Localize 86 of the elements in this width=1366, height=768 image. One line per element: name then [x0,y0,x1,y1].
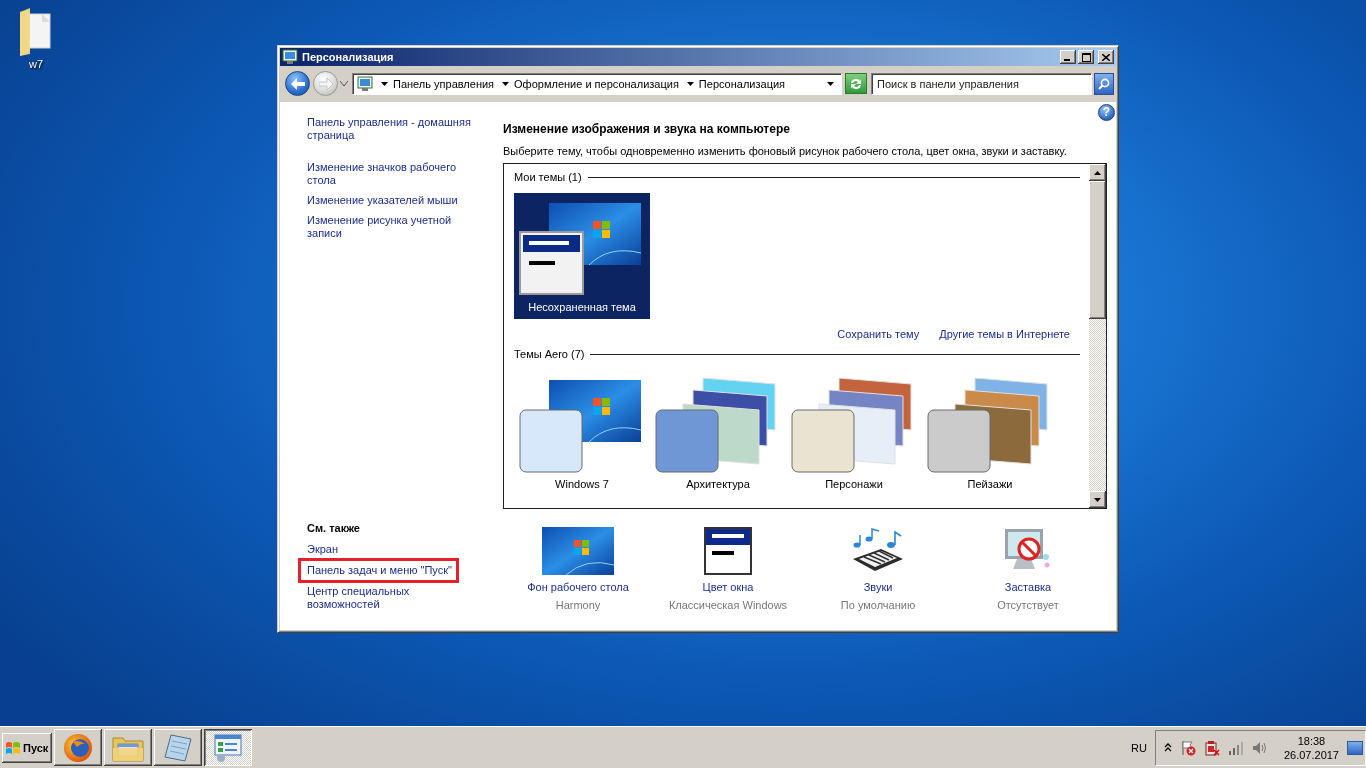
back-button[interactable] [285,71,310,96]
breadcrumb-item[interactable]: Оформление и персонализация [514,77,679,90]
flag-icon [5,740,21,755]
theme-name: Персонажи [825,478,883,491]
theme-name: Windows 7 [555,478,609,491]
left-arrow-icon [290,77,305,90]
sidebar-link[interactable]: Панель задач и меню "Пуск" [307,564,452,577]
theme-tile[interactable]: Windows 7 [514,370,650,496]
theme-name: Архитектура [686,478,750,491]
scroll-down-button[interactable] [1089,491,1106,508]
setting-link[interactable]: Фон рабочего стола [527,581,629,594]
refresh-button[interactable] [845,73,867,94]
close-icon [1102,53,1110,61]
group-heading: Темы Aero (7) [514,347,585,361]
show-desktop-button[interactable] [1347,740,1363,755]
setting-value: Отсутствует [997,599,1059,612]
window-title: Персонализация [302,51,395,63]
start-button[interactable]: Пуск [2,732,53,763]
up-arrow-icon [1094,170,1101,175]
page-heading: Изменение изображения и звука на компьютере [503,122,790,136]
caret-icon[interactable] [502,81,510,86]
address-dropdown-icon[interactable] [827,81,834,86]
sidebar-link[interactable]: Экран [307,543,339,556]
sidebar-link[interactable]: Центр специальных возможностей [307,585,479,611]
scroll-up-button[interactable] [1089,164,1106,181]
settings-window-icon [213,732,244,763]
theme-name: Несохраненная тема [528,301,636,314]
setting-value: По умолчанию [840,599,916,612]
sidebar-link[interactable]: Панель управления - домашняя страница [307,116,479,142]
breadcrumb-item[interactable]: Панель управления [393,77,495,90]
search-icon [1098,77,1110,90]
search-button[interactable] [1094,72,1114,95]
taskbar-button[interactable] [104,729,153,766]
setting-link[interactable]: Заставка [1004,581,1052,594]
breadcrumb-item[interactable]: Персонализация [698,77,786,90]
minimize-button[interactable] [1060,50,1076,64]
address-field[interactable]: Панель управления Оформление и персонализация Персонализация [352,72,842,95]
flag-icon[interactable] [1179,739,1196,756]
setting-value: Harmony [555,599,601,612]
refresh-icon [849,76,863,91]
search-field[interactable]: Поиск в панели управления [871,72,1092,95]
caret-icon [340,81,348,86]
clock-date[interactable]: 26.07.2017 [1283,747,1339,762]
scrollbar-thumb[interactable] [1089,181,1106,319]
folder-icon[interactable] [18,8,54,56]
page-description: Выберите тему, чтобы одновременно изменить фоновый рисунок рабочего стола, цвет окна, звуки и заставку. [503,145,1067,158]
sidebar-link[interactable]: Изменение рисунка учетной записи [307,214,479,240]
maximize-button[interactable] [1078,50,1094,64]
group-heading: Мои темы (1) [514,170,582,184]
caret-icon[interactable] [381,81,388,86]
theme-link[interactable]: Другие темы в Интернете [939,328,1070,341]
setting-link[interactable]: Звуки [863,581,893,594]
chevron-icon[interactable] [1163,742,1172,753]
signal-icon[interactable] [1227,740,1244,755]
sidebar-link[interactable]: Изменение значков рабочего стола [307,161,479,187]
see-also-heading: См. также [307,522,361,535]
taskbar-button[interactable] [204,729,253,766]
theme-tile[interactable]: Архитектура [650,370,786,496]
close-button[interactable] [1098,50,1114,64]
desktop-icon-label[interactable]: w7 [28,58,44,70]
wallpaper-icon[interactable] [542,527,614,575]
theme-name: Пейзажи [967,478,1013,491]
monitor-icon [357,75,373,92]
window-icon[interactable] [704,527,752,575]
notepad-icon [163,732,194,763]
theme-tile[interactable]: Несохраненная тема [514,193,650,319]
clock-time[interactable]: 18:38 [1297,733,1326,748]
alert-icon[interactable] [1203,739,1220,756]
language-indicator[interactable]: RU [1131,741,1147,754]
theme-link[interactable]: Сохранить тему [837,328,920,341]
setting-value: Классическая Windows [668,599,788,612]
theme-tile[interactable]: Пейзажи [922,370,1058,496]
caret-icon[interactable] [686,81,694,86]
down-arrow-icon [1094,497,1101,502]
window-preview-drawing [519,231,584,295]
taskbar-button[interactable] [54,729,103,766]
speaker-icon[interactable] [1251,740,1268,755]
globe-icon [63,732,94,763]
maximize-icon [1081,52,1091,62]
taskbar-button[interactable] [154,729,203,766]
scrollbar[interactable] [1089,164,1106,508]
right-arrow-icon [318,77,333,90]
setting-link[interactable]: Цвет окна [702,581,754,594]
theme-tile[interactable]: Персонажи [786,370,922,496]
monitor-icon [282,49,298,65]
sidebar-link[interactable]: Изменение указателей мыши [307,194,479,207]
